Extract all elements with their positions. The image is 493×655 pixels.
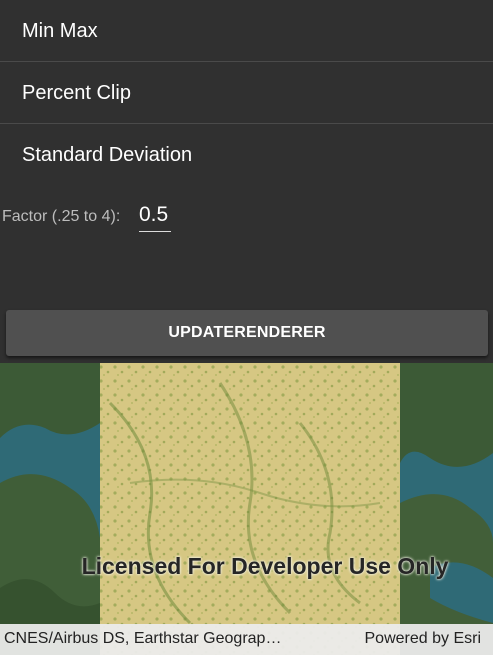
factor-label: Factor (.25 to 4): — [2, 208, 121, 225]
license-watermark: Licensed For Developer Use Only — [81, 553, 449, 579]
update-renderer-button[interactable]: UPDATERENDERER — [6, 310, 488, 356]
attribution-text[interactable]: CNES/Airbus DS, Earthstar Geograp… — [4, 630, 324, 648]
map-view[interactable]: Licensed For Developer Use Only CNES/Air… — [0, 363, 493, 655]
factor-input[interactable]: 0.5 — [139, 200, 171, 232]
stretch-settings-panel: Min Max Percent Clip Standard Deviation … — [0, 0, 493, 363]
option-percent-clip[interactable]: Percent Clip — [0, 62, 493, 124]
satellite-imagery — [0, 363, 493, 655]
option-standard-deviation[interactable]: Standard Deviation — [0, 124, 493, 186]
attribution-bar: CNES/Airbus DS, Earthstar Geograp… Power… — [0, 624, 493, 655]
option-min-max[interactable]: Min Max — [0, 0, 493, 62]
powered-by-esri: Powered by Esri — [364, 630, 482, 647]
